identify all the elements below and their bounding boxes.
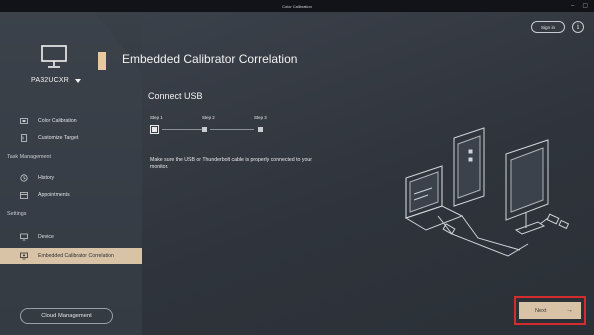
nav-label: Color Calibration (38, 118, 77, 124)
chevron-down-icon (75, 78, 82, 83)
next-button-highlight: Next → (514, 296, 586, 325)
section-task-management: Task Management (7, 154, 52, 160)
nav-label: Embedded Calibrator Correlation (38, 253, 114, 259)
nav-device[interactable]: Device (0, 229, 142, 245)
nav-history[interactable]: History (0, 170, 142, 186)
monitor-icon (20, 233, 28, 241)
header-actions: Sign in i (531, 21, 584, 33)
calibrator-icon (20, 252, 28, 260)
instruction-text: Make sure the USB or Thunderbolt cable i… (150, 157, 312, 170)
cloud-management-button[interactable]: Cloud Management (20, 308, 113, 324)
nav-color-calibration[interactable]: Color Calibration (0, 113, 142, 129)
step-indicator-2 (202, 127, 207, 132)
step-indicator-3 (258, 127, 263, 132)
step-label-2: Step 2 (202, 115, 215, 120)
nav-appointments[interactable]: Appointments (0, 187, 142, 203)
step-label-1: Step 1 (150, 115, 163, 120)
calendar-icon (20, 191, 28, 199)
nav-label: Device (38, 234, 54, 240)
nav-label: History (38, 175, 55, 181)
sign-in-button[interactable]: Sign in (531, 21, 565, 33)
calibration-icon (20, 117, 28, 125)
step-progress: Step 1 Step 2 Step 3 (150, 115, 270, 137)
monitor-icon (41, 45, 67, 68)
page-title: Embedded Calibrator Correlation (122, 52, 298, 66)
section-settings: Settings (7, 211, 27, 217)
device-selector[interactable]: PA32UCXR (31, 77, 82, 84)
title-bar: Color Calibration – ▢ (0, 0, 594, 12)
minimize-button[interactable]: – (571, 0, 574, 12)
step-connector (210, 129, 254, 130)
step-title: Connect USB (148, 91, 203, 101)
step-connector (162, 129, 202, 130)
window-controls: – ▢ (571, 0, 588, 12)
arrow-right-icon: → (566, 307, 573, 314)
step-indicator-1 (150, 125, 159, 134)
usb-connection-illustration (404, 127, 570, 257)
device-name: PA32UCXR (31, 77, 70, 84)
nav-customize-target[interactable]: Customize Target (0, 130, 142, 146)
next-button[interactable]: Next → (519, 302, 581, 319)
maximize-button[interactable]: ▢ (582, 0, 588, 12)
nav-embedded-calibrator-correlation[interactable]: Embedded Calibrator Correlation (0, 248, 142, 264)
target-icon (20, 134, 28, 142)
nav-label: Customize Target (38, 135, 79, 141)
nav-label: Appointments (38, 192, 70, 198)
history-icon (20, 174, 28, 182)
title-accent-bar (98, 52, 106, 70)
step-label-3: Step 3 (254, 115, 267, 120)
sidebar: PA32UCXR Color Calibration Customize Tar… (0, 12, 142, 335)
next-label: Next (535, 307, 547, 314)
info-icon[interactable]: i (572, 21, 584, 33)
window-title: Color Calibration (282, 3, 312, 9)
